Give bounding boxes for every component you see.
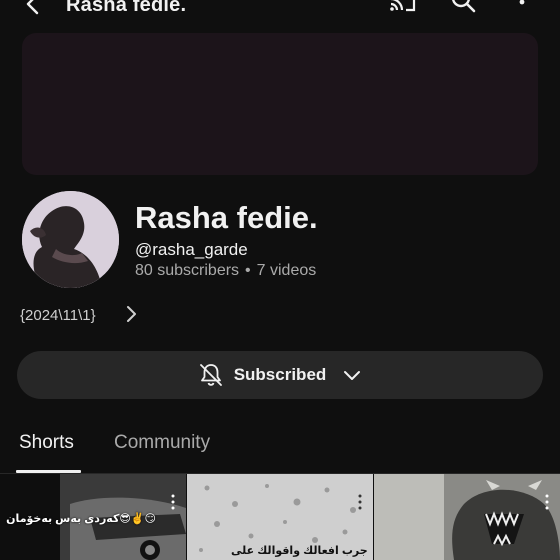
description-text: {2024\11\1}: [20, 306, 96, 324]
more-vertical-icon[interactable]: [507, 0, 537, 18]
subscriber-count: 80 subscribers: [135, 262, 240, 279]
stats-separator: •: [245, 262, 251, 279]
channel-name: Rasha fedie.: [135, 200, 318, 235]
bell-off-icon: [199, 364, 222, 386]
subscribed-button[interactable]: Subscribed: [17, 351, 543, 399]
tab-shorts[interactable]: Shorts: [19, 432, 74, 454]
subscribed-label: Subscribed: [233, 365, 327, 384]
short-thumbnail[interactable]: جرب افعالك واقوالك على: [187, 474, 373, 560]
short-thumbnail[interactable]: کەردی بەس بەخۆمان😎✌️😏: [0, 474, 186, 560]
top-app-bar: Rasha fedie.: [0, 0, 560, 24]
tab-community[interactable]: Community: [114, 432, 210, 454]
channel-tabs: Shorts Community: [0, 420, 560, 472]
avatar[interactable]: [22, 191, 119, 288]
more-vertical-icon[interactable]: [545, 494, 549, 510]
channel-handle: @rasha_garde: [135, 240, 248, 259]
channel-stats: 80 subscribers • 7 videos: [135, 262, 316, 280]
short-thumbnail[interactable]: [374, 474, 560, 560]
avatar-image: [22, 191, 119, 288]
short-caption: کەردی بەس بەخۆمان😎✌️😏: [6, 513, 156, 525]
short-caption: جرب افعالك واقوالك على: [231, 545, 368, 557]
page-title: Rasha fedie.: [66, 0, 187, 16]
channel-description[interactable]: {2024\11\1}: [20, 304, 96, 326]
short-thumbnail-image: [374, 474, 560, 560]
more-vertical-icon[interactable]: [171, 494, 175, 510]
chevron-down-icon: [344, 371, 361, 380]
chevron-right-icon[interactable]: [124, 304, 140, 324]
video-count: 7 videos: [256, 262, 317, 279]
search-icon[interactable]: [448, 0, 478, 18]
cast-icon[interactable]: [388, 0, 418, 18]
more-vertical-icon[interactable]: [358, 494, 362, 510]
back-arrow-icon[interactable]: [20, 0, 46, 18]
channel-banner: [22, 33, 538, 175]
